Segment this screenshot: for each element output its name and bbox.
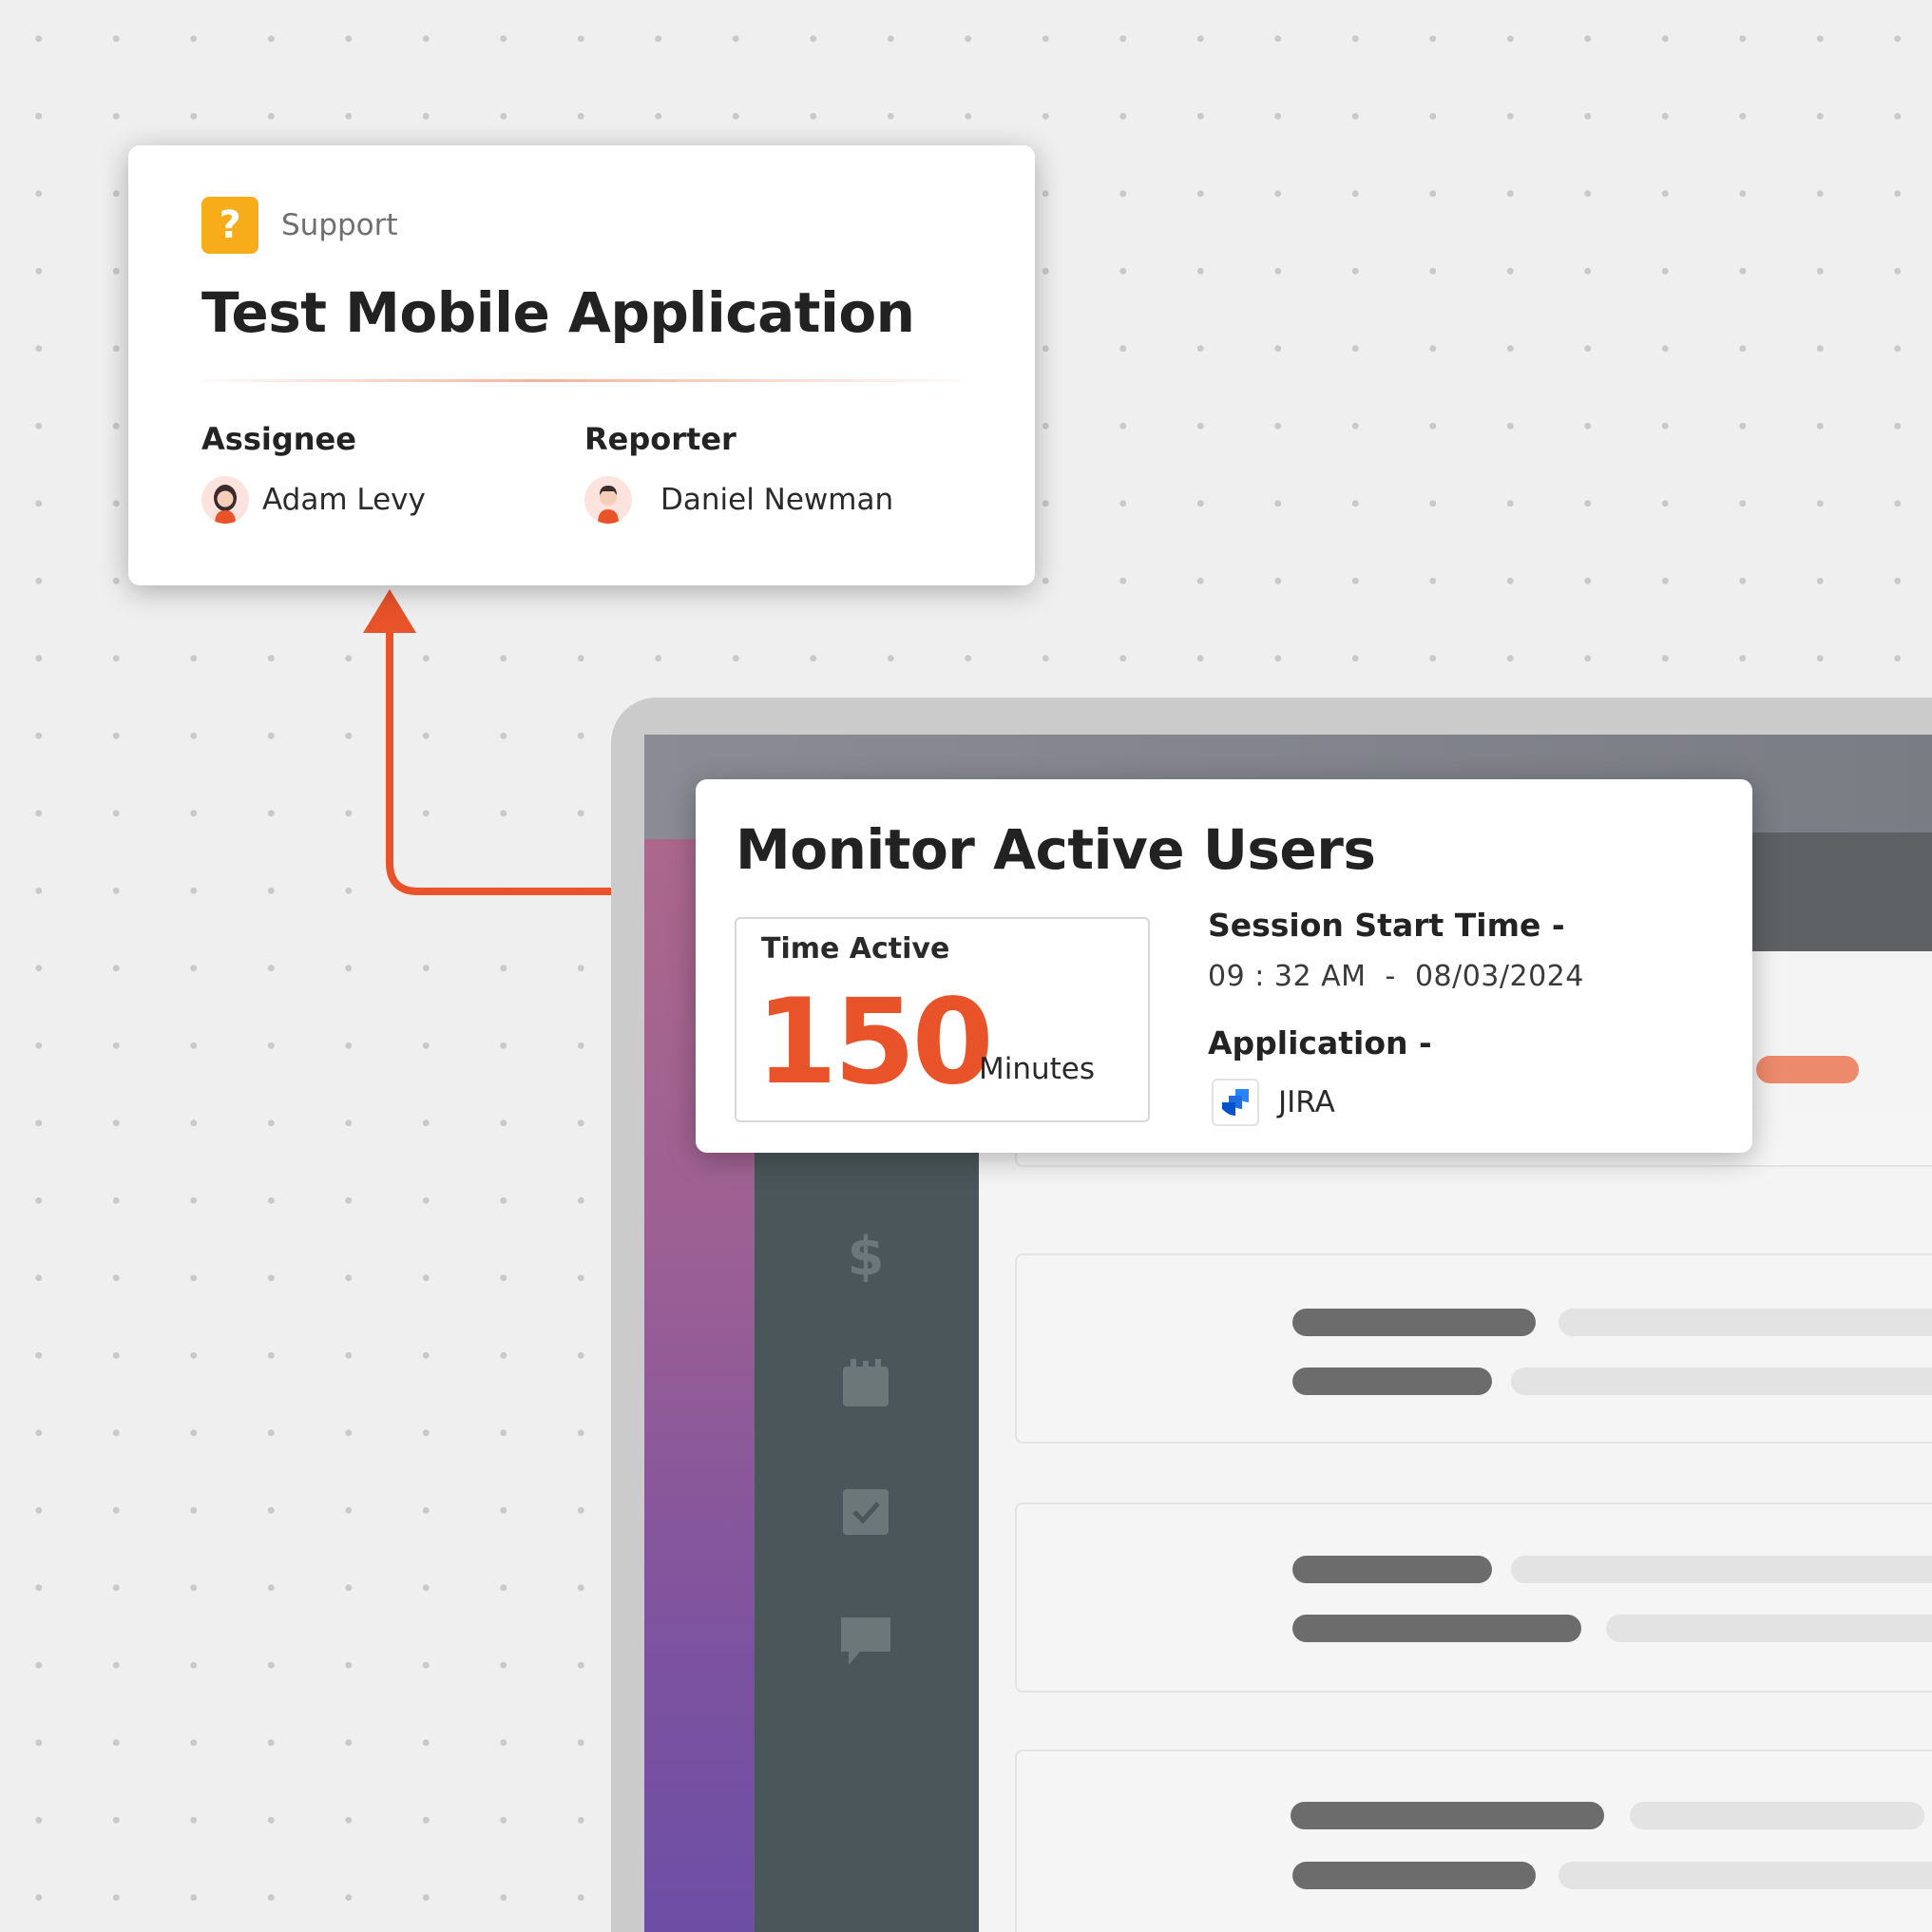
reporter-row[interactable]: Daniel Newman	[584, 476, 893, 524]
ticket-title: Test Mobile Application	[201, 280, 915, 345]
checkbox-icon[interactable]	[839, 1485, 892, 1539]
application-name: JIRA	[1278, 1085, 1335, 1119]
assignee-row[interactable]: Adam Levy	[201, 476, 426, 524]
monitor-title: Monitor Active Users	[736, 817, 1376, 882]
monitor-card[interactable]: Monitor Active Users Time Active 150 Min…	[696, 779, 1752, 1153]
progress-bar	[1756, 1056, 1859, 1083]
placeholder-bar	[1606, 1615, 1932, 1642]
placeholder-bar	[1292, 1556, 1492, 1583]
calendar-icon[interactable]	[839, 1357, 892, 1410]
svg-text:$: $	[848, 1229, 885, 1282]
content-panel[interactable]	[1015, 1750, 1932, 1932]
time-active-label: Time Active	[761, 932, 950, 966]
reporter-name: Daniel Newman	[660, 483, 894, 517]
session-start-value: 09 : 32 AM - 08/03/2024	[1208, 960, 1584, 993]
application-row[interactable]: JIRA	[1212, 1079, 1335, 1126]
jira-icon	[1212, 1079, 1259, 1126]
ticket-category: Support	[281, 208, 398, 242]
placeholder-bar	[1292, 1368, 1492, 1395]
assignee-label: Assignee	[201, 421, 356, 457]
chat-icon[interactable]	[839, 1614, 892, 1667]
placeholder-bar	[1559, 1309, 1932, 1336]
female-avatar-icon	[214, 485, 237, 524]
placeholder-bar	[1511, 1556, 1932, 1583]
reporter-label: Reporter	[584, 421, 736, 457]
assignee-section: Assignee Adam Levy	[201, 421, 426, 524]
avatar	[201, 476, 249, 524]
divider	[201, 379, 962, 382]
male-avatar-icon	[598, 486, 619, 524]
reporter-section: Reporter Daniel Newman	[584, 421, 893, 524]
ticket-card[interactable]: ? Support Test Mobile Application Assign…	[128, 145, 1035, 585]
ticket-category-tag: ? Support	[201, 197, 398, 254]
placeholder-bar	[1292, 1862, 1536, 1889]
session-start-label: Session Start Time -	[1208, 907, 1565, 944]
placeholder-bar	[1559, 1862, 1932, 1889]
placeholder-bar	[1292, 1309, 1536, 1336]
content-panel[interactable]	[1015, 1502, 1932, 1693]
content-panel[interactable]	[1015, 1253, 1932, 1444]
dollar-icon[interactable]: $	[839, 1229, 892, 1282]
time-active-box: Time Active 150 Minutes	[735, 917, 1150, 1122]
placeholder-bar	[1292, 1615, 1581, 1642]
application-label: Application -	[1208, 1024, 1432, 1062]
avatar	[584, 476, 632, 524]
placeholder-bar	[1630, 1802, 1924, 1829]
placeholder-bar	[1291, 1802, 1604, 1829]
time-active-value: 150	[756, 974, 994, 1111]
placeholder-bar	[1511, 1368, 1932, 1395]
question-icon: ?	[201, 197, 258, 254]
assignee-name: Adam Levy	[262, 483, 426, 517]
time-active-unit: Minutes	[979, 1052, 1096, 1086]
